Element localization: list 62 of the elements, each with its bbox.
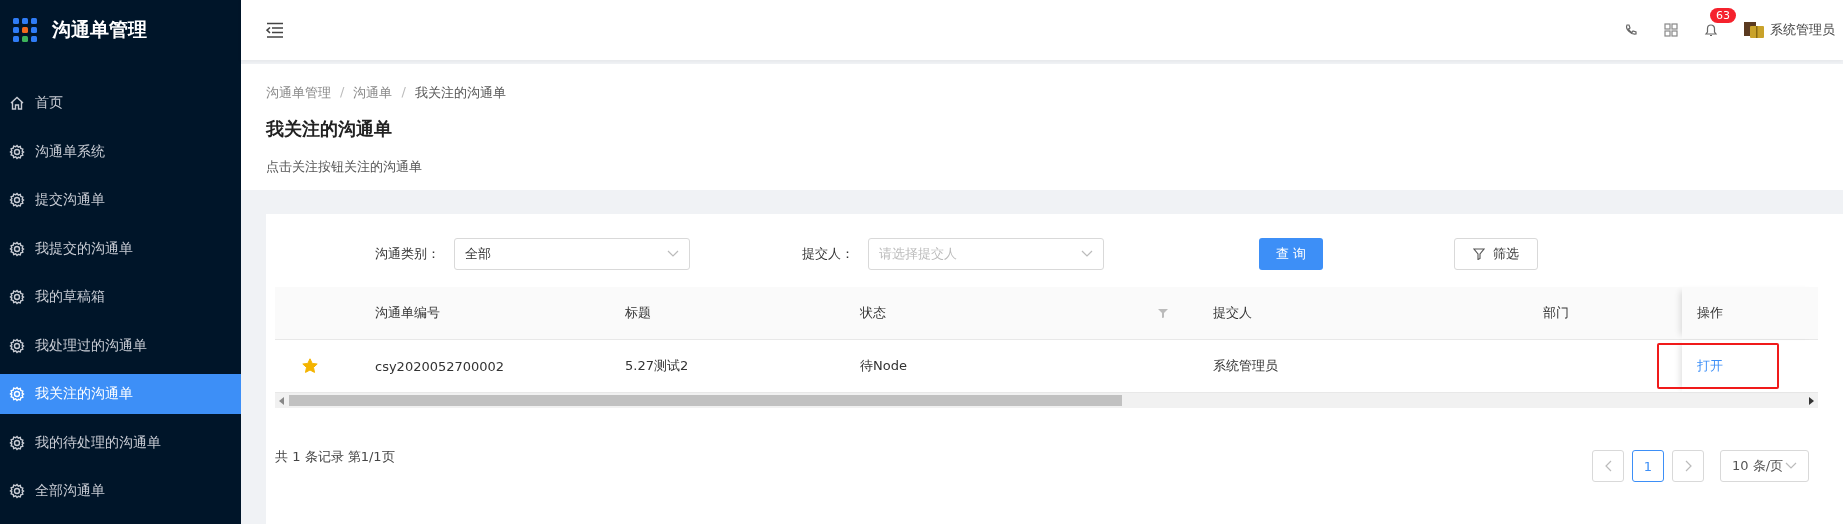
gear-icon <box>9 240 25 257</box>
field-label: 沟通类别： <box>375 245 440 263</box>
column-header: 标题 <box>625 304 651 322</box>
page-title: 我关注的沟通单 <box>266 117 393 141</box>
sidebar-item[interactable]: 首页 <box>0 83 241 123</box>
breadcrumb-item[interactable]: 沟通单管理 <box>266 84 331 102</box>
sidebar-item[interactable]: 沟通单系统 <box>0 131 241 172</box>
chevron-right-icon <box>1684 460 1692 472</box>
filter-button[interactable]: 筛选 <box>1454 238 1538 270</box>
horizontal-scrollbar[interactable] <box>275 393 1818 408</box>
page-size-select[interactable]: 10 条/页 <box>1720 450 1809 482</box>
app-title: 沟通单管理 <box>52 17 147 42</box>
breadcrumb-item: 我关注的沟通单 <box>414 84 506 102</box>
scrollbar-thumb[interactable] <box>289 395 1123 406</box>
sidebar-item[interactable]: 我的待处理的沟通单 <box>0 422 241 463</box>
sidebar-item[interactable]: 我的草稿箱 <box>0 277 241 317</box>
gear-icon <box>9 289 25 305</box>
column-header: 操作 <box>1697 304 1723 322</box>
select-field[interactable]: 全部 <box>454 238 690 270</box>
phone-icon <box>1624 23 1638 37</box>
table-cell: csy2020052700002 <box>375 358 505 374</box>
table-cell: 5.27测试2 <box>625 357 689 375</box>
table-cell: 系统管理员 <box>1213 357 1278 375</box>
previous-page-button[interactable] <box>1592 450 1624 482</box>
star-icon[interactable] <box>301 358 318 374</box>
column-header: 提交人 <box>1213 304 1252 322</box>
gear-icon <box>9 483 25 499</box>
left-arrow-icon <box>279 396 285 405</box>
page-description: 点击关注按钮关注的沟通单 <box>266 158 423 176</box>
table-cell: 待Node <box>860 357 907 375</box>
gear-icon <box>9 337 25 354</box>
sidebar-item[interactable]: 我处理过的沟通单 <box>0 325 241 366</box>
grid-icon <box>1664 23 1678 37</box>
sidebar-item[interactable]: 提交沟通单 <box>0 180 241 220</box>
column-header: 部门 <box>1543 304 1569 322</box>
notification-badge: 63 <box>1710 8 1736 23</box>
gear-icon <box>9 386 25 402</box>
bell-icon <box>1704 22 1718 38</box>
sidebar-item[interactable]: 我提交的沟通单 <box>0 228 241 269</box>
next-page-button[interactable] <box>1672 450 1704 482</box>
chevron-down-icon <box>1785 462 1798 470</box>
chevron-down-icon <box>1081 250 1093 258</box>
chevron-down-icon <box>667 250 679 258</box>
chevron-left-icon <box>1604 460 1612 472</box>
gear-icon <box>9 434 25 451</box>
gear-icon <box>9 192 25 208</box>
gear-icon <box>9 143 25 160</box>
home-icon <box>9 95 25 111</box>
filter-icon <box>1473 248 1485 260</box>
avatar-icon <box>1744 21 1764 39</box>
user-name[interactable]: 系统管理员 <box>1770 21 1835 39</box>
breadcrumb-separator: / <box>401 84 406 101</box>
column-header: 状态 <box>860 304 886 322</box>
record-summary: 共 1 条记录 第1/1页 <box>275 448 395 466</box>
logo-icon <box>13 18 37 42</box>
field-label: 提交人： <box>802 245 854 263</box>
right-arrow-icon <box>1808 396 1814 405</box>
breadcrumb-separator: / <box>340 84 345 101</box>
breadcrumb-item[interactable]: 沟通单 <box>353 84 393 102</box>
menu-icon <box>266 22 284 38</box>
sidebar-item[interactable]: 全部沟通单 <box>0 471 241 511</box>
column-header: 沟通单编号 <box>375 304 440 322</box>
